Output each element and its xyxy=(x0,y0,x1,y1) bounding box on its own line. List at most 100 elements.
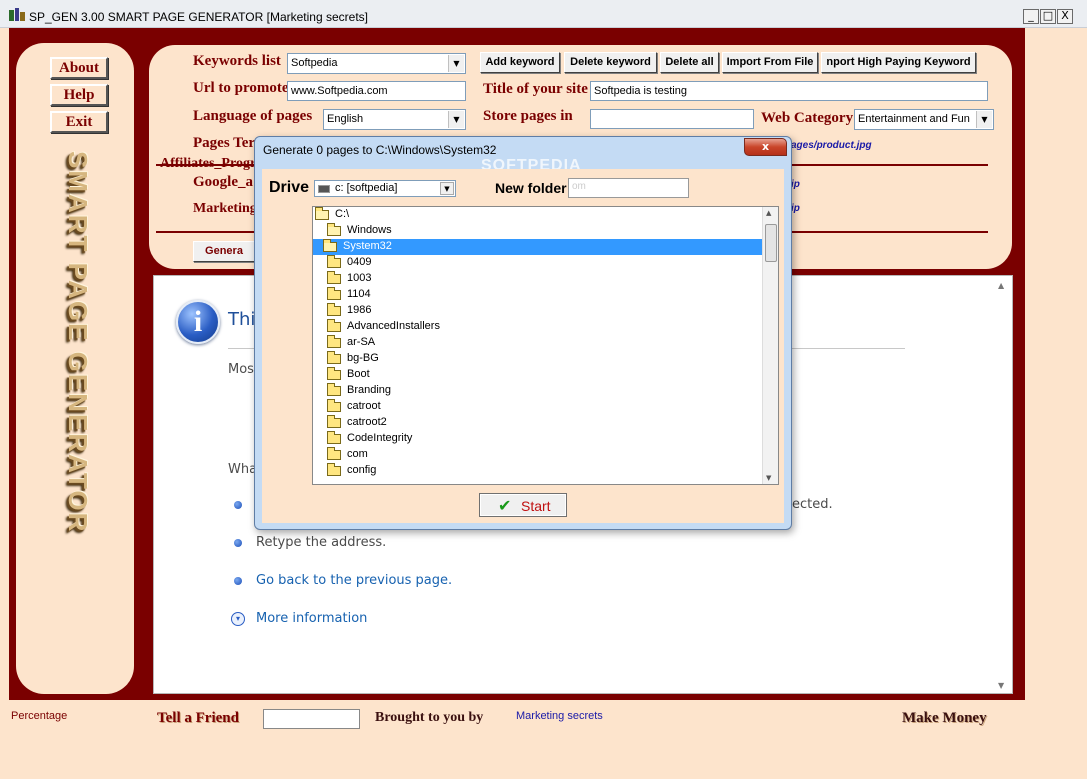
marketing-secrets-link[interactable]: Marketing secrets xyxy=(516,710,603,722)
category-value: Entertainment and Fun xyxy=(858,113,970,125)
chevron-down-icon[interactable]: ▼ xyxy=(440,182,454,195)
folder-open-icon xyxy=(327,223,341,236)
language-combo[interactable]: English ▼ xyxy=(323,109,466,130)
folder-tree-item[interactable]: 1104 xyxy=(313,287,763,303)
exit-button[interactable]: Exit xyxy=(50,111,108,133)
import-from-file-button[interactable]: Import From File xyxy=(722,52,818,73)
window-title: SP_GEN 3.00 SMART PAGE GENERATOR [Market… xyxy=(29,10,368,24)
store-input[interactable] xyxy=(590,109,754,129)
add-keyword-button[interactable]: Add keyword xyxy=(480,52,560,73)
folder-tree-item[interactable]: AdvancedInstallers xyxy=(313,319,763,335)
tell-friend-input[interactable] xyxy=(263,709,360,729)
folder-tree-item[interactable]: catroot2 xyxy=(313,415,763,431)
folder-label: 0409 xyxy=(347,256,372,268)
chevron-down-icon[interactable]: ▼ xyxy=(448,55,464,72)
folder-label: Branding xyxy=(347,384,392,396)
folder-icon xyxy=(327,271,341,284)
marketing-link[interactable]: ip xyxy=(791,203,800,214)
folder-label: 1003 xyxy=(347,272,372,284)
google-link[interactable]: ip xyxy=(791,179,800,190)
minimize-button[interactable]: _ xyxy=(1023,9,1039,24)
help-button[interactable]: Help xyxy=(50,84,108,106)
folder-tree-item[interactable]: com xyxy=(313,447,763,463)
vertical-logo-text: SMART PAGE GENERATOR xyxy=(63,151,93,534)
folder-icon xyxy=(327,287,341,300)
percentage-label: Percentage xyxy=(11,710,68,722)
folder-tree-item[interactable]: System32 xyxy=(313,239,763,255)
folder-label: C:\ xyxy=(335,208,350,220)
store-label: Store pages in xyxy=(483,108,573,124)
start-button-label: Start xyxy=(521,498,551,514)
folder-label: Windows xyxy=(347,224,392,236)
scroll-up-icon[interactable]: ▲ xyxy=(766,209,771,217)
folder-tree-item[interactable]: 1003 xyxy=(313,271,763,287)
folder-tree-item[interactable]: CodeIntegrity xyxy=(313,431,763,447)
delete-all-button[interactable]: Delete all xyxy=(660,52,719,73)
keywords-value: Softpedia xyxy=(291,57,338,69)
category-label: Web Category xyxy=(761,110,854,126)
keywords-combo[interactable]: Softpedia ▼ xyxy=(287,53,466,74)
scrollbar-thumb[interactable] xyxy=(765,224,777,262)
close-button[interactable]: X xyxy=(1057,9,1073,24)
content-scrollbar[interactable]: ▲ ▼ xyxy=(996,281,1010,690)
maximize-button[interactable]: □ xyxy=(1040,9,1056,24)
chevron-down-icon[interactable]: ▼ xyxy=(448,111,464,128)
image-path-link[interactable]: ages/product.jpg xyxy=(791,140,872,151)
delete-keyword-button[interactable]: Delete keyword xyxy=(564,52,657,73)
app-icon xyxy=(9,8,25,21)
folder-tree-item[interactable]: Branding xyxy=(313,383,763,399)
generate-button[interactable]: Genera xyxy=(193,241,255,262)
folder-label: 1986 xyxy=(347,304,372,316)
scroll-up-icon[interactable]: ▲ xyxy=(998,281,1004,290)
error-text: Wha xyxy=(228,462,258,477)
folder-open-icon xyxy=(323,239,337,252)
folder-label: AdvancedInstallers xyxy=(347,320,440,332)
expand-icon[interactable]: ▾ xyxy=(231,612,245,626)
bullet-icon xyxy=(234,577,242,585)
about-button[interactable]: About xyxy=(50,57,108,79)
folder-icon xyxy=(327,351,341,364)
dialog-title: Generate 0 pages to C:\Windows\System32 xyxy=(263,143,497,157)
scroll-down-icon[interactable]: ▼ xyxy=(998,681,1004,690)
keywords-label: Keywords list xyxy=(193,53,281,69)
folder-tree-scrollbar[interactable]: ▲ ▼ xyxy=(762,207,778,484)
folder-tree-item[interactable]: C:\ xyxy=(313,207,763,223)
marketing-label: Marketing xyxy=(193,201,257,216)
folder-tree-item[interactable]: config xyxy=(313,463,763,479)
folder-icon xyxy=(327,303,341,316)
bullet-icon xyxy=(234,539,242,547)
folder-tree-item[interactable]: catroot xyxy=(313,399,763,415)
start-button[interactable]: ✔ Start xyxy=(479,493,567,517)
title-bar[interactable]: SP_GEN 3.00 SMART PAGE GENERATOR [Market… xyxy=(0,0,1087,28)
more-information-link[interactable]: More information xyxy=(256,611,367,626)
language-label: Language of pages xyxy=(193,108,313,124)
sidebar: About Help Exit SMART PAGE GENERATOR xyxy=(16,43,134,694)
make-money-label: Make Money xyxy=(902,710,987,726)
folder-tree-item[interactable]: Windows xyxy=(313,223,763,239)
dialog-close-button[interactable]: x xyxy=(744,138,787,156)
folder-tree-item[interactable]: ar-SA xyxy=(313,335,763,351)
drive-icon xyxy=(318,185,330,193)
info-icon: i xyxy=(176,300,220,344)
drive-combo[interactable]: c: [softpedia] ▼ xyxy=(314,180,456,197)
folder-label: ar-SA xyxy=(347,336,376,348)
chevron-down-icon[interactable]: ▼ xyxy=(976,111,992,128)
import-high-paying-button[interactable]: nport High Paying Keyword xyxy=(821,52,976,73)
site-title-input[interactable]: Softpedia is testing xyxy=(590,81,988,101)
folder-icon xyxy=(327,255,341,268)
folder-label: com xyxy=(347,448,368,460)
go-back-link[interactable]: Go back to the previous page. xyxy=(256,573,452,588)
new-folder-input[interactable]: om xyxy=(568,178,689,198)
folder-tree[interactable]: C:\ Windows System32 0409 1003 1104 1986 Advanc… xyxy=(312,206,779,485)
folder-tree-item[interactable]: bg-BG xyxy=(313,351,763,367)
generate-pages-dialog[interactable]: Generate 0 pages to C:\Windows\System32 … xyxy=(254,136,792,530)
scroll-down-icon[interactable]: ▼ xyxy=(766,474,771,482)
category-combo[interactable]: Entertainment and Fun ▼ xyxy=(854,109,994,130)
folder-tree-item[interactable]: 1986 xyxy=(313,303,763,319)
folder-open-icon xyxy=(315,207,329,220)
folder-icon xyxy=(327,447,341,460)
vertical-logo: SMART PAGE GENERATOR xyxy=(41,151,111,621)
url-input[interactable]: www.Softpedia.com xyxy=(287,81,466,101)
folder-tree-item[interactable]: 0409 xyxy=(313,255,763,271)
folder-tree-item[interactable]: Boot xyxy=(313,367,763,383)
